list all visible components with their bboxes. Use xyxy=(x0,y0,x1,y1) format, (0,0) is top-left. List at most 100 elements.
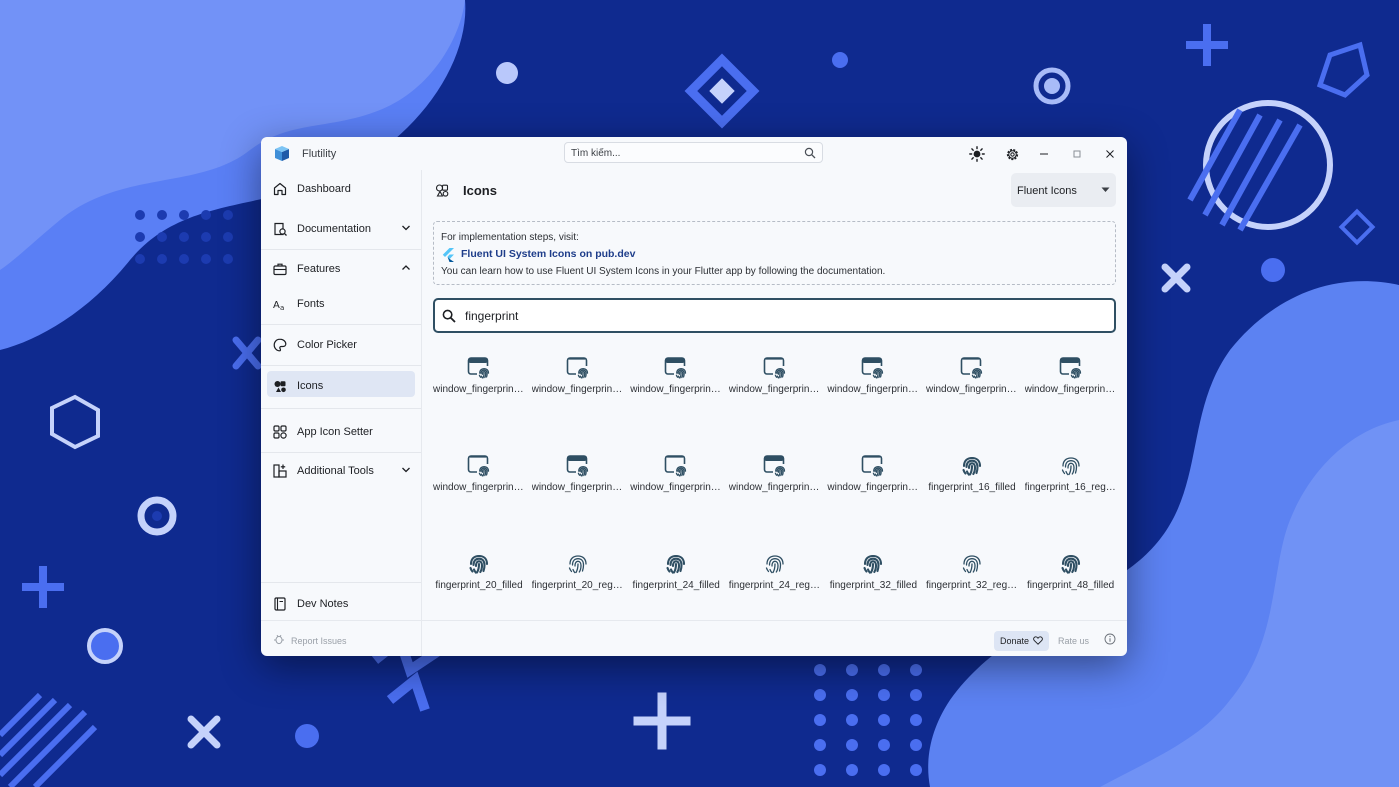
settings-button[interactable] xyxy=(1003,145,1021,163)
icon-tile[interactable]: fingerprint_24_filled xyxy=(630,551,722,611)
search-icon xyxy=(442,309,456,323)
icon-tile-name: fingerprint_16_filled xyxy=(928,482,1016,493)
window-fingerprint-icon xyxy=(763,357,787,380)
text-font-icon: A a xyxy=(273,300,284,312)
sidebar-item-fonts[interactable]: A a Fonts xyxy=(261,285,421,323)
icon-tile-name: window_fingerprint_48_filled xyxy=(728,482,821,493)
chevron-down-icon xyxy=(402,467,410,473)
window-fingerprint-icon xyxy=(1059,357,1083,380)
rate-us-link[interactable]: Rate us xyxy=(1058,636,1089,646)
window-fingerprint-icon xyxy=(664,357,689,380)
pub-dev-link[interactable]: Fluent UI System Icons on pub.dev xyxy=(461,248,635,260)
icon-tile-name: window_fingerprint_16_regular xyxy=(531,384,624,395)
window-fingerprint-icon xyxy=(467,455,491,478)
sidebar-item-label: Features xyxy=(297,263,341,275)
implementation-info-box: For implementation steps, visit: Fluent … xyxy=(433,221,1116,285)
minimize-icon xyxy=(1040,153,1048,155)
donate-label: Donate xyxy=(1000,636,1030,646)
icon-tile[interactable]: fingerprint_32_filled xyxy=(827,551,919,611)
window-fingerprint-icon xyxy=(467,357,491,380)
icon-tile-name: fingerprint_32_regular xyxy=(926,580,1018,591)
sidebar-item-label: Fonts xyxy=(297,298,325,310)
flutter-logo-icon xyxy=(442,248,454,262)
global-search-input[interactable]: Tìm kiếm... xyxy=(564,142,823,163)
icon-tile[interactable]: fingerprint_24_regular xyxy=(729,551,821,611)
icon-search-input[interactable] xyxy=(465,307,1065,325)
info-icon[interactable] xyxy=(1104,633,1116,645)
icon-tile-name: window_fingerprint_28_filled xyxy=(1024,384,1117,395)
icon-tile[interactable]: fingerprint_32_regular xyxy=(926,551,1018,611)
icon-tile-name: window_fingerprint_16_filled xyxy=(433,384,525,395)
icon-tile-name: fingerprint_20_regular xyxy=(531,580,624,591)
sidebar-divider xyxy=(261,582,421,583)
sidebar-item-dashboard[interactable]: Dashboard xyxy=(261,170,421,208)
color-icon xyxy=(273,338,287,352)
sidebar-item-icons[interactable]: Icons xyxy=(261,367,421,405)
grid-add-icon xyxy=(273,464,287,478)
icon-tile[interactable]: window_fingerprint_24_regular xyxy=(926,355,1018,415)
close-button[interactable] xyxy=(1101,145,1119,163)
svg-text:a: a xyxy=(280,304,284,312)
fingerprint-icon xyxy=(568,555,587,574)
sidebar-item-features[interactable]: Features xyxy=(261,250,421,288)
toolbox-icon xyxy=(273,263,287,276)
donate-button[interactable]: Donate xyxy=(994,631,1049,651)
icon-set-selected: Fluent Icons xyxy=(1017,185,1077,197)
app-title: Flutility xyxy=(302,148,337,160)
icon-tile[interactable]: window_fingerprint_20_regular xyxy=(729,355,821,415)
fingerprint-icon xyxy=(962,456,982,476)
icon-tile[interactable]: window_fingerprint_48_regular xyxy=(827,453,919,513)
icon-tile[interactable]: fingerprint_16_regular xyxy=(1025,453,1117,513)
window-fingerprint-icon xyxy=(763,455,787,478)
icon-tile[interactable]: fingerprint_16_filled xyxy=(926,453,1018,513)
search-icon xyxy=(804,147,816,159)
sidebar-item-label: Documentation xyxy=(297,223,371,235)
icon-tile[interactable]: window_fingerprint_16_filled xyxy=(433,355,525,415)
icon-tile[interactable]: window_fingerprint_16_regular xyxy=(532,355,624,415)
icon-tile[interactable]: window_fingerprint_48_filled xyxy=(729,453,821,513)
book-search-icon xyxy=(274,222,287,236)
icon-tile-name: fingerprint_20_filled xyxy=(435,580,523,591)
icon-tile[interactable]: window_fingerprint_32_filled xyxy=(532,453,624,513)
icon-search-box xyxy=(433,298,1116,333)
icon-tile[interactable]: fingerprint_48_filled xyxy=(1025,551,1117,611)
sidebar-item-label: App Icon Setter xyxy=(297,426,373,438)
sidebar-divider xyxy=(261,324,421,325)
icon-tile-name: fingerprint_16_regular xyxy=(1024,482,1117,493)
icon-tile-name: window_fingerprint_20_regular xyxy=(728,384,821,395)
icon-set-dropdown[interactable]: Fluent Icons xyxy=(1011,173,1116,207)
sidebar-item-additional-tools[interactable]: Additional Tools xyxy=(261,452,421,490)
sidebar-item-documentation[interactable]: Documentation xyxy=(261,210,421,248)
caret-down-icon xyxy=(1101,187,1110,192)
page-title: Icons xyxy=(463,183,497,198)
icon-tile-name: window_fingerprint_28_regular xyxy=(433,482,525,493)
sidebar-item-dev-notes[interactable]: Dev Notes xyxy=(261,585,421,623)
sidebar-item-app-icon-setter[interactable]: App Icon Setter xyxy=(261,413,421,451)
report-issues-link[interactable]: Report Issues xyxy=(291,636,347,646)
icon-tile[interactable]: fingerprint_20_filled xyxy=(433,551,525,611)
icon-tile[interactable]: window_fingerprint_28_filled xyxy=(1025,355,1117,415)
fingerprint-icon xyxy=(666,554,686,574)
fingerprint-icon xyxy=(962,555,981,574)
icon-tile[interactable]: window_fingerprint_32_regular xyxy=(630,453,722,513)
chevron-down-icon xyxy=(402,225,410,231)
maximize-button[interactable] xyxy=(1068,145,1086,163)
sidebar-item-color-picker[interactable]: Color Picker xyxy=(261,326,421,364)
minimize-button[interactable] xyxy=(1035,145,1053,163)
icon-tile-name: window_fingerprint_32_filled xyxy=(531,482,624,493)
fingerprint-icon xyxy=(863,554,883,574)
window-fingerprint-icon xyxy=(566,455,590,478)
maximize-icon xyxy=(1073,150,1081,158)
theme-toggle-button[interactable] xyxy=(968,145,986,163)
status-footer: Report Issues Donate Rate us xyxy=(261,620,1127,656)
icon-tile[interactable]: window_fingerprint_28_regular xyxy=(433,453,525,513)
window-fingerprint-icon xyxy=(862,455,886,478)
icon-tile[interactable]: window_fingerprint_24_filled xyxy=(827,355,919,415)
icon-tile-name: fingerprint_24_regular xyxy=(728,580,821,591)
app-icon-setter-icon xyxy=(273,425,287,439)
icon-tile[interactable]: fingerprint_20_regular xyxy=(532,551,624,611)
icon-tile-name: fingerprint_48_filled xyxy=(1026,580,1115,591)
icons-icon xyxy=(274,381,286,393)
window-fingerprint-icon xyxy=(960,357,984,380)
icon-tile[interactable]: window_fingerprint_20_filled xyxy=(630,355,722,415)
